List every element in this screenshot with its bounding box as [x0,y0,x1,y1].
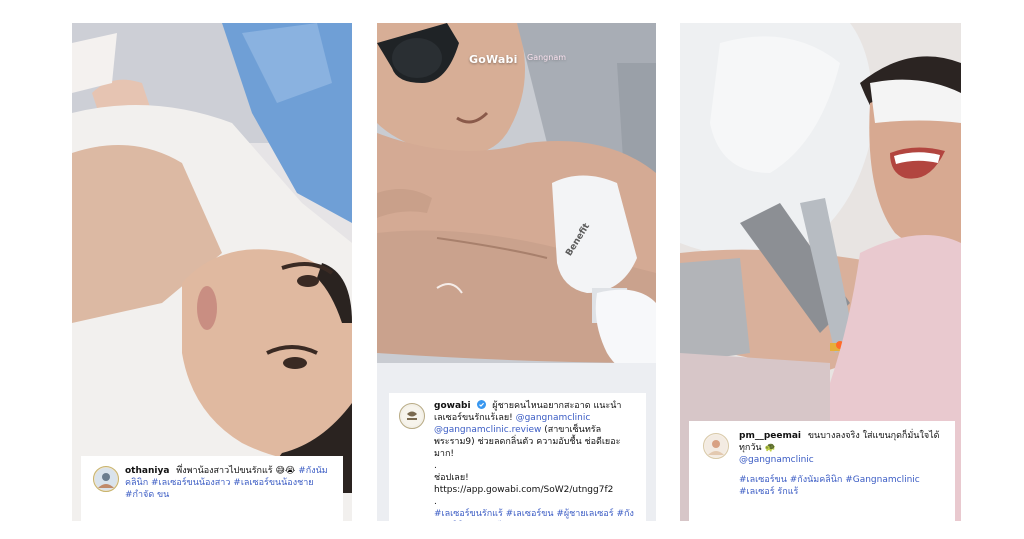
avatar-peemai[interactable] [703,433,729,459]
caption-emoji: 😅😭 [275,466,296,476]
caption-card: othaniya พึ่งพาน้องสาวไปขนรักแร้ 😅😭 #กัง… [81,456,343,521]
verified-badge-icon [477,400,487,409]
username[interactable]: gowabi [434,401,471,411]
caption-card: gowabi ผู้ชายคนไหนอยากสะอาด แนะนำเลเซอร์… [389,393,646,521]
separator-dot-2: . [434,497,437,507]
avatar-photo-icon [705,435,727,457]
post-panel-gowabi[interactable]: GoWabi Gangnam Benefit gowabi ผู้ชายคนไห… [377,23,656,521]
gowabi-watermark: GoWabi [469,53,518,66]
caption-text: พึ่งพาน้องสาวไปขนรักแร้ [176,466,273,476]
mention-gangnamclinic[interactable]: @gangnamclinic [739,454,947,466]
caption-card: pm__peemai ขนบางลงจริง ใส่แขนกุดก็มั่นใจ… [689,421,955,521]
hashtags[interactable]: #เลเซอร์ขนรักแร้ #เลเซอร์ขน #ผู้ชายเลเซอ… [434,509,634,521]
photo-man-lying-waffle-towel [72,23,352,521]
gangnam-watermark: Gangnam [527,53,567,62]
cta-text: ช่อปเลย! [434,473,469,483]
mention-gangnamclinic[interactable]: @gangnamclinic [516,413,591,423]
gowabi-logo-icon [402,406,422,426]
mention-gangnamclinic-review[interactable]: @gangnamclinic.review [434,425,541,435]
post-panel-othaniya[interactable]: othaniya พึ่งพาน้องสาวไปขนรักแร้ 😅😭 #กัง… [72,23,352,521]
username[interactable]: othaniya [125,466,169,476]
username[interactable]: pm__peemai [739,431,801,441]
page: { "posts": [ { "username": "othaniya", "… [0,0,1024,539]
avatar-photo-icon [95,468,117,490]
separator-dot: . [434,461,437,471]
post-panel-pm-peemai[interactable]: pm__peemai ขนบางลงจริง ใส่แขนกุดก็มั่นใจ… [680,23,961,521]
hashtags[interactable]: #เลเซอร์ขน #กังนัมคลินิก #Gangnamclinic … [739,475,920,497]
avatar-gowabi[interactable] [399,403,425,429]
booking-link[interactable]: https://app.gowabi.com/SoW2/utngg7f2 [434,485,613,495]
caption-emoji: 🐢 [764,443,776,453]
avatar-othaniya[interactable] [93,466,119,492]
